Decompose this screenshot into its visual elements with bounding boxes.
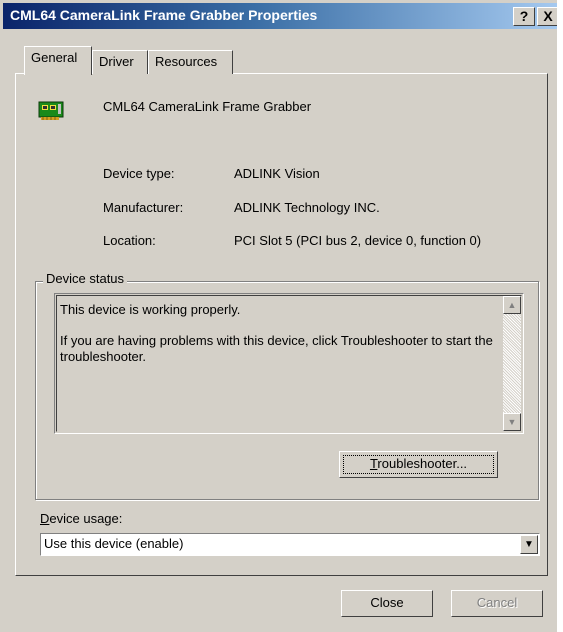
tab-general-label: General bbox=[31, 50, 78, 65]
device-status-textbox[interactable]: This device is working properly. If you … bbox=[54, 293, 524, 434]
window-title: CML64 CameraLink Frame Grabber Propertie… bbox=[10, 7, 318, 23]
scroll-down-icon[interactable]: ▼ bbox=[503, 413, 521, 431]
scroll-up-icon[interactable]: ▲ bbox=[503, 296, 521, 314]
status-scrollbar[interactable]: ▲ ▼ bbox=[503, 296, 521, 431]
pci-card-icon bbox=[38, 101, 64, 120]
status-line-help: If you are having problems with this dev… bbox=[60, 333, 493, 364]
device-name: CML64 CameraLink Frame Grabber bbox=[103, 99, 312, 114]
status-text-area: This device is working properly. If you … bbox=[56, 295, 522, 432]
tab-resources[interactable]: Resources bbox=[148, 50, 233, 74]
device-type-value: ADLINK Vision bbox=[234, 166, 320, 181]
cancel-button[interactable]: Cancel bbox=[451, 590, 543, 617]
tab-driver-label: Driver bbox=[99, 54, 134, 69]
close-button-label: Close bbox=[370, 595, 404, 610]
troubleshooter-button[interactable]: Troubleshooter... bbox=[339, 451, 498, 478]
location-label: Location: bbox=[103, 233, 156, 248]
focus-rectangle bbox=[343, 455, 494, 474]
window-edge bbox=[557, 0, 563, 632]
device-usage-select[interactable]: Use this device (enable) ▼ bbox=[40, 533, 540, 556]
properties-dialog: CML64 CameraLink Frame Grabber Propertie… bbox=[0, 0, 563, 632]
device-usage-value: Use this device (enable) bbox=[44, 536, 184, 551]
tab-driver[interactable]: Driver bbox=[92, 50, 148, 74]
tab-general[interactable]: General bbox=[24, 46, 92, 75]
cancel-button-label: Cancel bbox=[476, 595, 518, 610]
manufacturer-value: ADLINK Technology INC. bbox=[234, 200, 380, 215]
tab-resources-label: Resources bbox=[155, 54, 218, 69]
status-line-working: This device is working properly. bbox=[60, 302, 241, 317]
device-type-label: Device type: bbox=[103, 166, 175, 181]
manufacturer-label: Manufacturer: bbox=[103, 200, 184, 215]
device-status-title: Device status bbox=[43, 271, 128, 286]
close-button[interactable]: Close bbox=[341, 590, 433, 617]
close-icon: X bbox=[543, 8, 553, 24]
close-window-button[interactable]: X bbox=[537, 7, 559, 26]
device-usage-label: Device usage: bbox=[40, 511, 123, 526]
title-bar[interactable]: CML64 CameraLink Frame Grabber Propertie… bbox=[3, 3, 560, 29]
location-value: PCI Slot 5 (PCI bus 2, device 0, functio… bbox=[234, 233, 482, 248]
help-icon: ? bbox=[519, 8, 529, 24]
chevron-down-icon[interactable]: ▼ bbox=[520, 535, 538, 554]
help-button[interactable]: ? bbox=[513, 7, 535, 26]
status-message: This device is working properly. If you … bbox=[60, 302, 500, 380]
